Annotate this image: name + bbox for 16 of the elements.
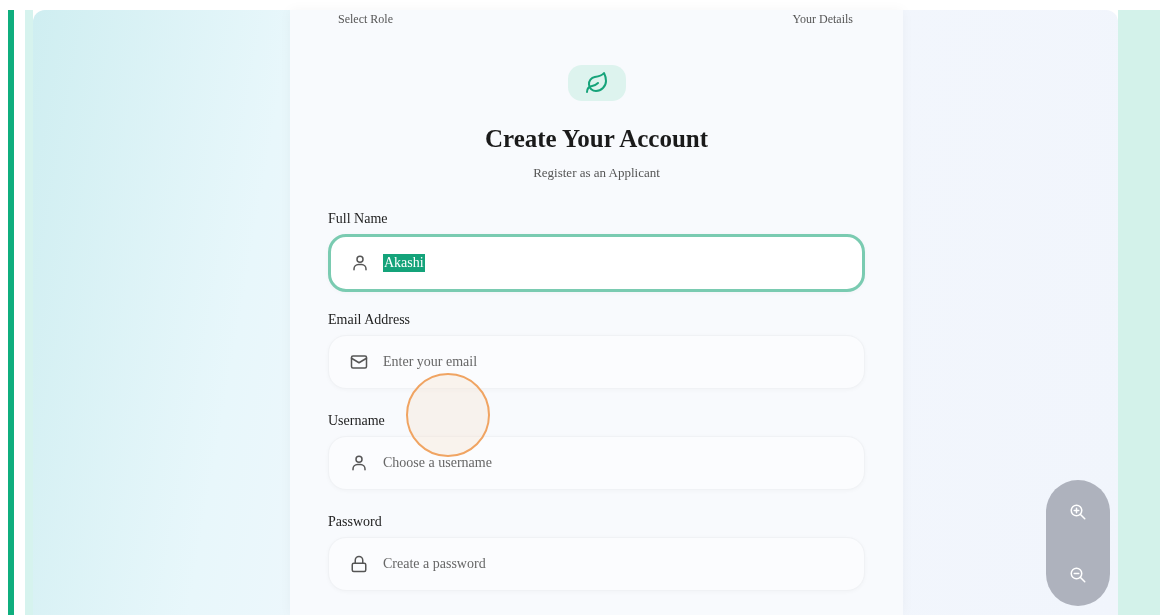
step-label: Your Details xyxy=(792,12,853,27)
field-label: Full Name xyxy=(328,211,389,227)
form-title: Create Your Account xyxy=(484,125,709,153)
leaf-icon xyxy=(567,65,626,101)
form-subtitle: Register as an Applicant xyxy=(533,165,660,181)
person-icon xyxy=(351,254,369,272)
field-label: Email Address xyxy=(328,312,412,328)
zoom-in-icon[interactable] xyxy=(1069,502,1087,521)
input-field[interactable]: Enter your email xyxy=(328,335,865,389)
field-label: Username xyxy=(328,413,386,429)
input-field[interactable]: Akashi xyxy=(328,234,865,292)
input-field[interactable]: Choose a username xyxy=(328,436,865,490)
step-label: Select Role xyxy=(338,12,393,27)
field-label: Password xyxy=(328,514,383,530)
zoom-out-icon[interactable] xyxy=(1069,565,1087,584)
input-field[interactable]: Create a password xyxy=(328,537,865,591)
